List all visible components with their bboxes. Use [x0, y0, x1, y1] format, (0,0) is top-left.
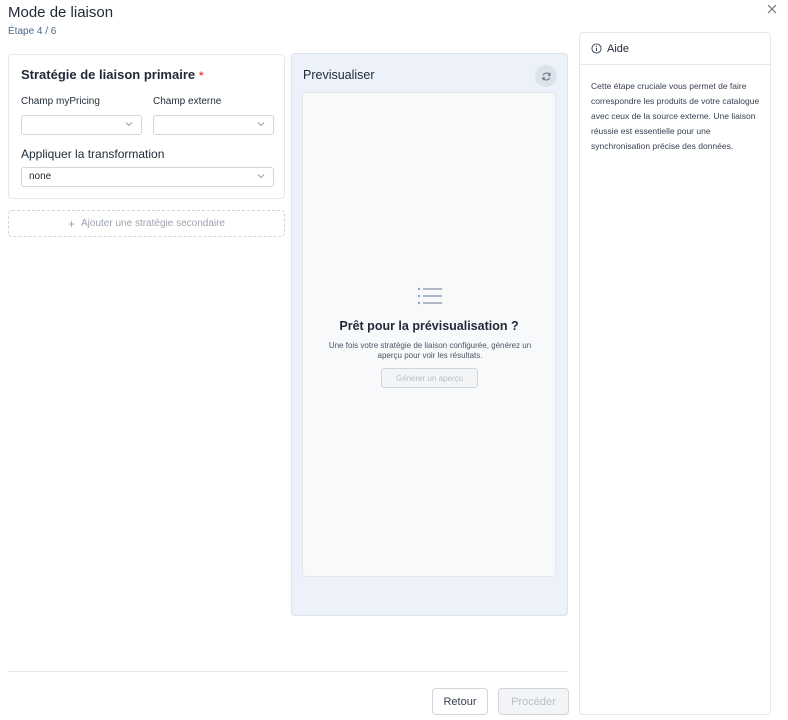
required-mark: * [199, 70, 204, 82]
help-text: Cette étape cruciale vous permet de fair… [591, 81, 760, 151]
preview-title: Previsualiser [303, 68, 375, 82]
help-panel: Aide Cette étape cruciale vous permet de… [579, 32, 771, 715]
preview-desc-line: aperçu pour voir les résultats. [377, 351, 483, 360]
page-title: Mode de liaison [8, 4, 114, 21]
info-icon [591, 43, 602, 54]
preview-empty-state: Prêt pour la prévisualisation ? Une fois… [302, 92, 556, 577]
mypricing-field-select[interactable] [21, 115, 142, 135]
external-field-select[interactable] [153, 115, 274, 135]
transform-value: none [29, 171, 52, 182]
preview-ready-title: Prêt pour la prévisualisation ? [339, 319, 519, 333]
transform-label: Appliquer la transformation [21, 147, 165, 161]
chevron-down-icon [257, 174, 265, 179]
step-indicator: Étape 4 / 6 [8, 26, 57, 37]
generate-preview-button[interactable]: Générer un aperçu [381, 368, 478, 388]
primary-strategy-card: Stratégie de liaison primaire * Champ myP… [8, 54, 285, 199]
transform-select[interactable]: none [21, 167, 274, 187]
list-icon [417, 287, 442, 305]
refresh-icon [541, 71, 551, 81]
preview-panel: Previsualiser Prêt pour la prévisualisat… [291, 53, 568, 616]
plus-icon: + [68, 216, 76, 231]
proceed-button[interactable]: Procéder [498, 688, 569, 715]
preview-ready-description: Une fois votre stratégie de liaison conf… [313, 341, 547, 361]
refresh-button[interactable] [535, 65, 557, 87]
chevron-down-icon [257, 122, 265, 127]
help-header: Aide [580, 33, 770, 65]
preview-desc-line: Une fois votre stratégie de liaison conf… [328, 341, 532, 350]
external-field-label: Champ externe [153, 96, 222, 107]
strategy-title-text: Stratégie de liaison primaire [21, 67, 196, 82]
strategy-title: Stratégie de liaison primaire * [21, 67, 203, 82]
close-icon[interactable] [764, 2, 780, 18]
add-secondary-label: Ajouter une stratégie secondaire [81, 218, 225, 229]
back-button[interactable]: Retour [432, 688, 488, 715]
footer-divider [8, 671, 568, 672]
help-title: Aide [607, 42, 630, 55]
chevron-down-icon [125, 122, 133, 127]
add-secondary-strategy-button[interactable]: + Ajouter une stratégie secondaire [8, 210, 285, 237]
mypricing-field-label: Champ myPricing [21, 96, 100, 107]
